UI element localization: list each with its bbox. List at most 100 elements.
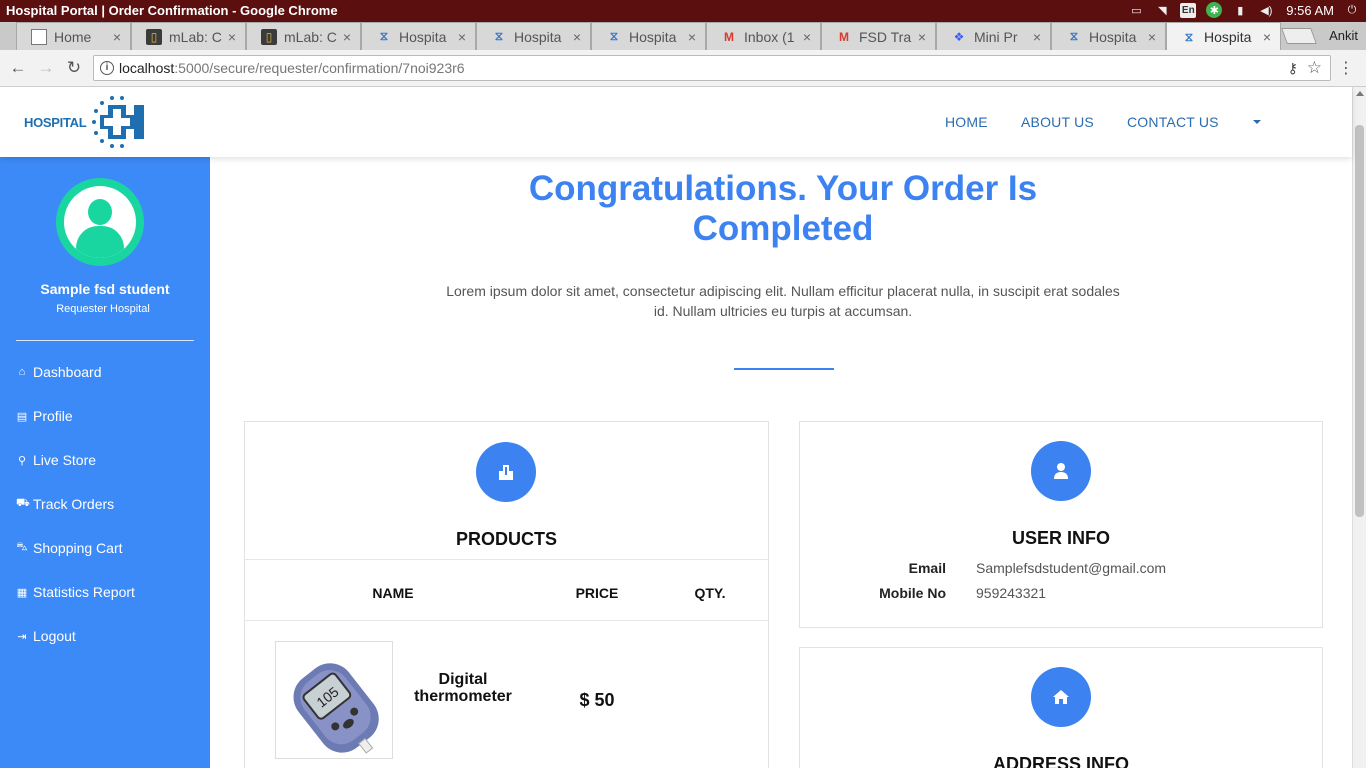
- browser-tab[interactable]: ▯ mLab: C ×: [131, 22, 246, 50]
- power-icon[interactable]: ⏻: [1344, 2, 1360, 18]
- title-underline: [734, 368, 834, 370]
- wifi-icon[interactable]: ◥: [1154, 2, 1170, 18]
- key-icon[interactable]: ⚷: [1288, 60, 1298, 77]
- browser-tab[interactable]: ▯ mLab: C ×: [246, 22, 361, 50]
- page-description: Lorem ipsum dolor sit amet, consectetur …: [440, 281, 1126, 321]
- mobile-value: 959243321: [976, 585, 1047, 601]
- tab-close-icon[interactable]: ×: [1030, 29, 1044, 45]
- browser-tab[interactable]: ⧖ Hospita ×: [1166, 22, 1281, 51]
- back-icon[interactable]: ←: [8, 58, 28, 78]
- user-icon: [1031, 441, 1091, 501]
- browser-tab[interactable]: ⧖ Hospita ×: [1051, 22, 1166, 50]
- system-tray: ▭ ◥ En ✱ ▮ ◀) 9:56 AM ⏻: [1128, 2, 1360, 18]
- chrome-profile[interactable]: Ankit: [1329, 28, 1358, 43]
- tab-label: mLab: C: [169, 28, 222, 45]
- tab-close-icon[interactable]: ×: [225, 29, 239, 45]
- product-image: 105: [275, 641, 393, 759]
- home-icon: ⌂: [18, 366, 26, 378]
- logout-icon: ⇥: [17, 630, 27, 643]
- browser-tab[interactable]: ⧖ Hospita ×: [476, 22, 591, 50]
- tab-close-icon[interactable]: ×: [455, 29, 469, 45]
- product-name: Digital thermometer: [403, 671, 523, 705]
- tab-close-icon[interactable]: ×: [1145, 29, 1159, 45]
- sidebar-item-label: Statistics Report: [33, 584, 135, 600]
- chrome-menu-icon[interactable]: ⋮: [1338, 58, 1354, 78]
- keyboard-layout-indicator[interactable]: En: [1180, 2, 1197, 18]
- sidebar-user-name: Sample fsd student: [40, 281, 170, 297]
- url-host: localhost: [119, 60, 175, 76]
- tab-label: Hospita: [1089, 28, 1137, 45]
- tab-close-icon[interactable]: ×: [915, 29, 929, 45]
- email-value: Samplefsdstudent@gmail.com: [976, 560, 1167, 576]
- sidebar-item-profile[interactable]: ▤ Profile: [16, 408, 73, 424]
- report-icon: ▦: [16, 586, 28, 599]
- tab-label: mLab: C: [284, 28, 337, 45]
- reload-icon[interactable]: ↻: [64, 58, 84, 78]
- address-info-card: ADDRESS INFO: [799, 647, 1323, 768]
- tab-label: Hospita: [629, 28, 677, 45]
- truck-icon: ⛟: [16, 497, 30, 509]
- sidebar-item-dashboard[interactable]: ⌂ Dashboard: [16, 364, 102, 380]
- tab-label: FSD Tra: [859, 28, 912, 45]
- battery-icon[interactable]: ▮: [1232, 2, 1248, 18]
- user-info-card: USER INFO Email Samplefsdstudent@gmail.c…: [799, 421, 1323, 628]
- new-tab-button[interactable]: [1281, 28, 1317, 44]
- browser-tab[interactable]: Home ×: [16, 22, 131, 50]
- tab-close-icon[interactable]: ×: [340, 29, 354, 45]
- sidebar-divider: [16, 340, 194, 341]
- id-card-icon: ▤: [16, 410, 28, 423]
- tab-close-icon[interactable]: ×: [1260, 29, 1274, 45]
- products-divider: [245, 559, 768, 560]
- screen-icon[interactable]: ▭: [1128, 2, 1144, 18]
- mobile-label: Mobile No: [879, 585, 946, 601]
- sidebar-item-statistics-report[interactable]: ▦ Statistics Report: [16, 584, 135, 600]
- tab-close-icon[interactable]: ×: [685, 29, 699, 45]
- browser-tab[interactable]: M FSD Tra ×: [821, 22, 936, 50]
- nav-contact-us[interactable]: CONTACT US: [1127, 114, 1219, 130]
- scroll-up-icon[interactable]: [1356, 91, 1364, 96]
- hospital-logo[interactable]: HOSPITAL: [24, 95, 156, 149]
- avatar: [56, 178, 144, 266]
- nav-dropdown-caret-icon[interactable]: [1253, 120, 1261, 124]
- tab-label: Hospita: [514, 28, 562, 45]
- hospital-icon: ⧖: [609, 29, 619, 43]
- bluetooth-icon[interactable]: ✱: [1206, 2, 1223, 18]
- home-icon: [1031, 667, 1091, 727]
- sidebar-item-live-store[interactable]: ⚲ Live Store: [16, 452, 96, 468]
- top-navbar: HOSPITAL HOME ABOUT US CONTACT US: [0, 87, 1352, 157]
- volume-icon[interactable]: ◀): [1258, 2, 1274, 18]
- product-name-line-1: Digital: [438, 671, 488, 688]
- mlab-icon: ▯: [146, 28, 162, 45]
- sidebar-item-track-orders[interactable]: ⛟ Track Orders: [16, 496, 114, 512]
- column-header-price: PRICE: [575, 585, 619, 601]
- hospital-icon: ⧖: [379, 29, 389, 43]
- table-header-divider: [245, 620, 768, 621]
- sidebar-item-logout[interactable]: ⇥ Logout: [16, 628, 76, 644]
- clock[interactable]: 9:56 AM: [1286, 3, 1334, 18]
- bookmark-star-icon[interactable]: ☆: [1307, 58, 1322, 78]
- browser-tab[interactable]: ⧖ Hospita ×: [591, 22, 706, 50]
- sidebar-item-label: Track Orders: [33, 496, 115, 512]
- scroll-thumb[interactable]: [1355, 125, 1364, 517]
- tab-close-icon[interactable]: ×: [570, 29, 584, 45]
- forward-icon[interactable]: →: [36, 58, 56, 78]
- product-name-line-2: thermometer: [414, 688, 512, 705]
- browser-tab[interactable]: M Inbox (1 ×: [706, 22, 821, 50]
- url-text[interactable]: localhost:5000/secure/requester/confirma…: [119, 60, 465, 76]
- tab-close-icon[interactable]: ×: [800, 29, 814, 45]
- page-scrollbar[interactable]: [1352, 87, 1366, 768]
- address-bar[interactable]: i localhost:5000/secure/requester/confir…: [93, 55, 1331, 81]
- sidebar-item-label: Logout: [33, 628, 76, 644]
- browser-tab[interactable]: ❖ Mini Pr ×: [936, 22, 1051, 50]
- doc-icon: [31, 28, 47, 45]
- tab-label: Home: [54, 28, 92, 45]
- browser-tab[interactable]: ⧖ Hospita ×: [361, 22, 476, 50]
- nav-about-us[interactable]: ABOUT US: [1021, 114, 1094, 130]
- browser-toolbar: ← → ↻ i localhost:5000/secure/requester/…: [0, 50, 1366, 87]
- tab-close-icon[interactable]: ×: [110, 29, 124, 45]
- site-info-icon[interactable]: i: [100, 61, 114, 75]
- cart-icon: ⛍: [16, 541, 28, 553]
- nav-home[interactable]: HOME: [945, 114, 988, 130]
- logo-cross-icon: [88, 95, 152, 149]
- sidebar-item-shopping-cart[interactable]: ⛍ Shopping Cart: [16, 540, 122, 556]
